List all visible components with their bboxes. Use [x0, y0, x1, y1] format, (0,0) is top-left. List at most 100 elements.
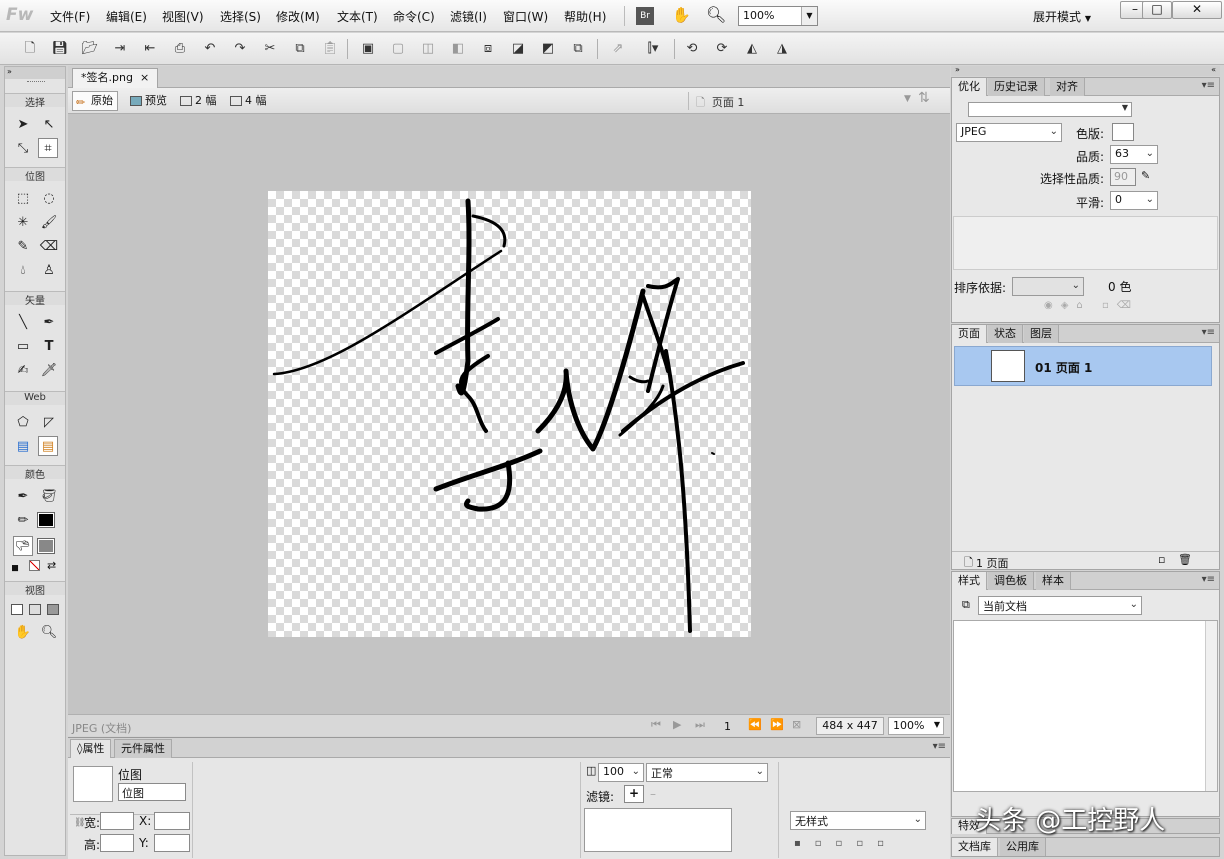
tab-swatches[interactable]: 调色板 — [988, 572, 1034, 590]
menu-select[interactable]: 选择(S) — [220, 8, 261, 25]
close-icon[interactable]: × — [140, 71, 149, 84]
distribute-icon[interactable]: ⇗ — [608, 39, 628, 59]
menu-window[interactable]: 窗口(W) — [503, 8, 548, 25]
rotate-left-icon[interactable]: ⟲ — [682, 39, 702, 59]
group-icon[interactable]: ▣ — [358, 39, 378, 59]
print-icon[interactable]: ⎙ — [170, 39, 190, 59]
quality-select[interactable]: 63 ⌄ — [1110, 145, 1158, 164]
width-field[interactable] — [100, 812, 134, 830]
lock-icon[interactable]: ⛓ — [74, 818, 85, 828]
close-button[interactable]: ✕ — [1172, 1, 1222, 19]
menu-commands[interactable]: 命令(C) — [393, 8, 435, 25]
grip-icon[interactable] — [27, 81, 45, 83]
full-screen-icon[interactable] — [47, 604, 59, 615]
smoothing-select[interactable]: 0 ⌄ — [1110, 191, 1158, 210]
document-canvas[interactable] — [268, 191, 751, 637]
chevron-down-icon[interactable]: ▼ — [904, 94, 911, 104]
style-actions[interactable]: ▪▫▫▫▫ — [794, 838, 898, 849]
freeform-tool-icon[interactable]: ✍ — [13, 361, 33, 381]
status-zoom-select[interactable]: 100% ▼ — [888, 717, 944, 735]
save-icon[interactable]: 💾︎ — [50, 39, 70, 59]
fill-swatch[interactable] — [37, 538, 55, 554]
page-selector[interactable]: 🗋 页面 1 — [696, 94, 744, 113]
menu-edit[interactable]: 编辑(E) — [106, 8, 147, 25]
preset-select[interactable]: ▼ — [968, 102, 1132, 117]
workspace-switcher[interactable]: 展开模式 ▼ — [1033, 8, 1091, 25]
tab-pages[interactable]: 页面 — [952, 325, 987, 343]
blur-tool-icon[interactable]: 💧︎ — [13, 261, 33, 281]
join-icon[interactable]: ◫ — [418, 39, 438, 59]
sort-select[interactable]: ⌄ — [1012, 277, 1084, 296]
copy-icon[interactable]: ⧉ — [290, 39, 310, 59]
tab-states[interactable]: 状态 — [988, 325, 1023, 343]
tab-symbol-properties[interactable]: 元件属性 — [114, 739, 172, 758]
pointer-tool-icon[interactable]: ➤ — [13, 115, 33, 135]
panel-menu-icon[interactable]: ▾≡ — [1202, 80, 1215, 91]
view-preview-button[interactable]: 预览 — [126, 91, 172, 111]
line-tool-icon[interactable]: ╲ — [13, 313, 33, 333]
full-screen-menus-icon[interactable] — [29, 604, 41, 615]
rectangle-tool-icon[interactable]: ▭ — [13, 337, 33, 357]
eraser-tool-icon[interactable]: ⌫ — [39, 237, 59, 257]
menu-file[interactable]: 文件(F) — [50, 8, 90, 25]
maximize-button[interactable]: □ — [1142, 1, 1172, 19]
next-frame-icon[interactable]: ⏩ — [770, 718, 784, 731]
last-frame-icon[interactable]: ⏭ — [695, 718, 705, 732]
flip-horizontal-icon[interactable]: ◭ — [742, 39, 762, 59]
menu-modify[interactable]: 修改(M) — [276, 8, 320, 25]
knife-tool-icon[interactable]: 🗡︎ — [39, 361, 59, 381]
edit-icon[interactable]: ✎ — [1141, 169, 1150, 182]
brush-tool-icon[interactable]: 🖌︎ — [39, 213, 59, 233]
cut-icon[interactable]: ✂ — [260, 39, 280, 59]
zoom-icon[interactable]: 🔍︎ — [706, 5, 726, 24]
rotate-right-icon[interactable]: ⟳ — [712, 39, 732, 59]
view-2up-button[interactable]: 2 幅 — [176, 91, 222, 111]
height-field[interactable] — [100, 834, 134, 852]
hand-icon[interactable]: ✋ — [672, 6, 691, 24]
prev-frame-icon[interactable]: ⏪ — [748, 718, 762, 731]
document-tab[interactable]: *签名.png × — [72, 68, 159, 88]
tab-history[interactable]: 历史记录 — [988, 78, 1045, 96]
hand-tool-icon[interactable]: ✋ — [13, 623, 33, 643]
default-colors-icon[interactable]: ◾ — [11, 561, 19, 574]
color-table-actions[interactable]: ◉◈⌂ ▫⌫ — [1044, 300, 1139, 311]
stamp-tool-icon[interactable]: ♙ — [39, 261, 59, 281]
tab-optimize[interactable]: 优化 — [952, 78, 987, 96]
stroke-color-icon[interactable]: ✏ — [13, 511, 33, 531]
view-original-button[interactable]: ✏ 原始 — [72, 91, 118, 111]
new-page-icon[interactable]: ▫ — [1158, 553, 1165, 566]
matte-swatch[interactable] — [1112, 123, 1134, 141]
swap-colors-icon[interactable]: ⇄ — [47, 559, 56, 572]
bring-forward-icon[interactable]: ◪ — [508, 39, 528, 59]
fill-color-icon[interactable]: 🫳︎ — [13, 536, 33, 556]
subselect-tool-icon[interactable]: ↖ — [39, 115, 59, 135]
selective-quality-field[interactable]: 90 — [1110, 168, 1136, 186]
menu-filters[interactable]: 滤镜(I) — [450, 8, 487, 25]
show-slices-icon[interactable]: ▤ — [38, 436, 58, 456]
undo-icon[interactable]: ↶ — [200, 39, 220, 59]
blend-mode-select[interactable]: 正常 ⌄ — [646, 763, 768, 782]
collapse-icon[interactable]: » — [5, 67, 65, 79]
page-row[interactable]: 01 页面 1 — [954, 346, 1212, 386]
collapse-icon[interactable]: » — [955, 65, 960, 74]
split-icon[interactable]: ◧ — [448, 39, 468, 59]
bridge-icon[interactable]: Br — [636, 7, 654, 25]
eyedropper-tool-icon[interactable]: ✒ — [13, 487, 33, 507]
text-tool-icon[interactable]: T — [39, 337, 59, 357]
format-select[interactable]: JPEG ⌄ — [956, 123, 1062, 142]
first-frame-icon[interactable]: ⏮ — [651, 718, 661, 732]
filters-list[interactable] — [584, 808, 732, 852]
add-filter-button[interactable]: + — [624, 785, 644, 803]
tab-align[interactable]: 对齐 — [1050, 78, 1085, 96]
stroke-swatch[interactable] — [37, 512, 55, 528]
no-color-icon[interactable] — [29, 560, 40, 571]
paint-bucket-icon[interactable]: 🪣︎ — [39, 487, 59, 507]
pen-tool-icon[interactable]: ✒ — [39, 313, 59, 333]
panel-menu-icon[interactable]: ▾≡ — [1202, 574, 1215, 585]
opacity-select[interactable]: 100 ⌄ — [598, 763, 644, 782]
lasso-tool-icon[interactable]: ◌ — [39, 189, 59, 209]
ungroup-icon[interactable]: ▢ — [388, 39, 408, 59]
scrollbar[interactable] — [1205, 621, 1217, 791]
tab-common-library[interactable]: 公用库 — [1000, 838, 1046, 856]
open-icon[interactable]: 📂︎ — [80, 39, 100, 59]
